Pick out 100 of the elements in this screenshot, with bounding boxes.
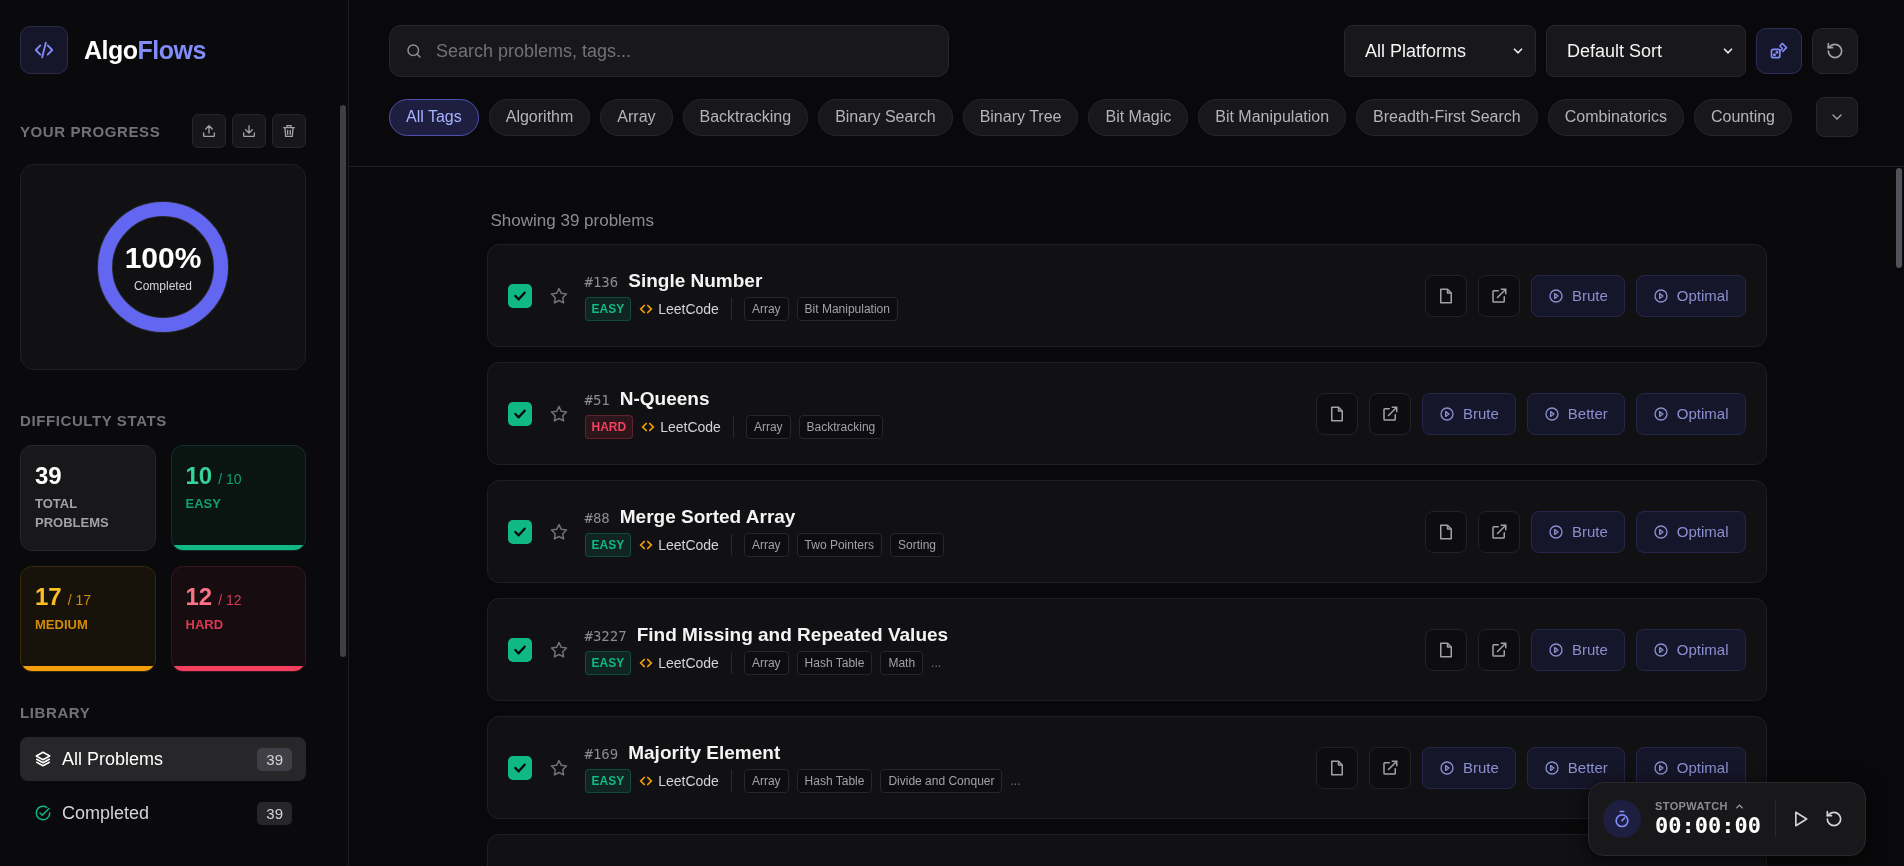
sort-select[interactable]: Default Sort bbox=[1546, 25, 1746, 77]
library-item[interactable]: All Problems 39 bbox=[20, 737, 306, 781]
star-icon[interactable] bbox=[548, 521, 569, 542]
tag-label: Divide and Conquer bbox=[880, 769, 1003, 793]
reset-icon[interactable] bbox=[1812, 28, 1858, 74]
tag-label: Bit Manipulation bbox=[796, 297, 898, 321]
solution-button[interactable]: Brute bbox=[1530, 274, 1625, 317]
tag-filter[interactable]: Algorithm bbox=[488, 98, 591, 136]
tag-filter[interactable]: Binary Tree bbox=[962, 98, 1079, 136]
difficulty-badge: EASY bbox=[584, 651, 632, 675]
note-icon[interactable] bbox=[1424, 510, 1467, 553]
note-icon[interactable] bbox=[1315, 746, 1358, 789]
solution-button[interactable]: Brute bbox=[1421, 746, 1516, 789]
section-heading: YOUR PROGRESS bbox=[20, 122, 161, 140]
problem-title: Single Number bbox=[628, 270, 763, 292]
tag-filter[interactable]: Backtracking bbox=[682, 98, 809, 136]
problem-title: N-Queens bbox=[619, 388, 710, 410]
play-icon bbox=[1438, 405, 1455, 422]
tag-label: Backtracking bbox=[798, 415, 884, 439]
play-icon bbox=[1543, 405, 1560, 422]
stat-value: 39 bbox=[35, 462, 62, 490]
reset-icon[interactable] bbox=[1823, 809, 1844, 829]
stat-total: / 10 bbox=[218, 471, 242, 487]
external-link-icon[interactable] bbox=[1477, 628, 1520, 671]
external-link-icon[interactable] bbox=[1368, 392, 1411, 435]
tag-label: Array bbox=[745, 415, 791, 439]
platform-label: LeetCode bbox=[658, 773, 719, 789]
scrollbar[interactable] bbox=[340, 105, 346, 657]
play-icon bbox=[1438, 759, 1455, 776]
star-icon[interactable] bbox=[548, 639, 569, 660]
tag-filter[interactable]: Counting bbox=[1693, 98, 1792, 136]
solution-button[interactable]: Brute bbox=[1421, 392, 1516, 435]
solution-button[interactable]: Optimal bbox=[1635, 392, 1746, 435]
stat-label: MEDIUM bbox=[35, 616, 89, 634]
play-icon bbox=[1547, 287, 1564, 304]
problem-number: #88 bbox=[584, 510, 610, 526]
tag-label: Array bbox=[743, 533, 789, 557]
tag-label: Array bbox=[743, 651, 789, 675]
star-icon[interactable] bbox=[548, 757, 569, 778]
upload-icon[interactable] bbox=[192, 114, 226, 148]
search-field[interactable]: Search problems, tags... bbox=[389, 25, 949, 77]
download-icon[interactable] bbox=[232, 114, 266, 148]
solution-button[interactable]: Optimal bbox=[1635, 510, 1746, 553]
external-link-icon[interactable] bbox=[1368, 746, 1411, 789]
star-icon[interactable] bbox=[548, 403, 569, 424]
tag-filter[interactable]: Binary Search bbox=[818, 98, 953, 136]
solution-button[interactable]: Brute bbox=[1530, 628, 1625, 671]
solution-button[interactable]: Better bbox=[1526, 746, 1625, 789]
star-icon[interactable] bbox=[548, 285, 569, 306]
platform-label: LeetCode bbox=[658, 655, 719, 671]
tag-filter[interactable]: Bit Magic bbox=[1088, 98, 1189, 136]
stat-value: 12 bbox=[185, 583, 213, 611]
tag-label: Math bbox=[880, 651, 924, 675]
difficulty-badge: HARD bbox=[584, 415, 634, 439]
play-icon bbox=[1547, 641, 1564, 658]
more-tags: ... bbox=[931, 656, 942, 670]
dice-icon[interactable] bbox=[1756, 28, 1802, 74]
external-link-icon[interactable] bbox=[1477, 274, 1520, 317]
logo-icon bbox=[20, 26, 68, 74]
trash-icon[interactable] bbox=[272, 114, 306, 148]
app-name: AlgoFlows bbox=[84, 35, 206, 65]
play-icon bbox=[1652, 759, 1669, 776]
platform-label: LeetCode bbox=[658, 537, 719, 553]
stat-total: / 17 bbox=[67, 592, 92, 608]
stat-label: HARD bbox=[185, 616, 225, 634]
solution-button[interactable]: Brute bbox=[1530, 510, 1625, 553]
play-icon bbox=[1652, 287, 1669, 304]
tag-filter[interactable]: Bit Manipulation bbox=[1198, 98, 1347, 136]
play-icon bbox=[1652, 405, 1669, 422]
code-icon bbox=[639, 656, 654, 670]
solution-button[interactable]: Better bbox=[1526, 392, 1625, 435]
scrollbar[interactable] bbox=[1896, 168, 1902, 268]
tag-filter[interactable]: Array bbox=[600, 98, 673, 136]
problem-number: #136 bbox=[584, 274, 619, 290]
play-icon bbox=[1543, 759, 1560, 776]
tag-filter[interactable]: Combinatorics bbox=[1547, 98, 1684, 136]
platform-select[interactable]: All Platforms bbox=[1344, 25, 1536, 77]
note-icon[interactable] bbox=[1424, 628, 1467, 671]
play-icon bbox=[1652, 641, 1669, 658]
note-icon[interactable] bbox=[1315, 392, 1358, 435]
stat-total: / 12 bbox=[218, 592, 242, 608]
tag-filter[interactable]: All Tags bbox=[389, 98, 479, 136]
checkbox[interactable] bbox=[507, 755, 532, 780]
library-item[interactable]: Completed 39 bbox=[20, 791, 306, 835]
problem-title: Merge Sorted Array bbox=[619, 506, 796, 528]
note-icon[interactable] bbox=[1424, 274, 1467, 317]
section-heading: DIFFICULTY STATS bbox=[20, 412, 168, 429]
external-link-icon[interactable] bbox=[1477, 510, 1520, 553]
layers-icon bbox=[34, 750, 52, 768]
checkbox[interactable] bbox=[507, 283, 532, 308]
checkbox[interactable] bbox=[507, 401, 532, 426]
count-badge: 39 bbox=[257, 801, 292, 825]
stat-label: EASY bbox=[185, 495, 222, 513]
checkbox[interactable] bbox=[507, 637, 532, 662]
checkbox[interactable] bbox=[507, 519, 532, 544]
solution-button[interactable]: Optimal bbox=[1635, 274, 1746, 317]
tag-label: Two Pointers bbox=[796, 533, 882, 557]
solution-button[interactable]: Optimal bbox=[1635, 628, 1746, 671]
problem-title: Find Missing and Repeated Values bbox=[636, 624, 949, 646]
tag-filter[interactable]: Breadth-First Search bbox=[1356, 98, 1538, 136]
